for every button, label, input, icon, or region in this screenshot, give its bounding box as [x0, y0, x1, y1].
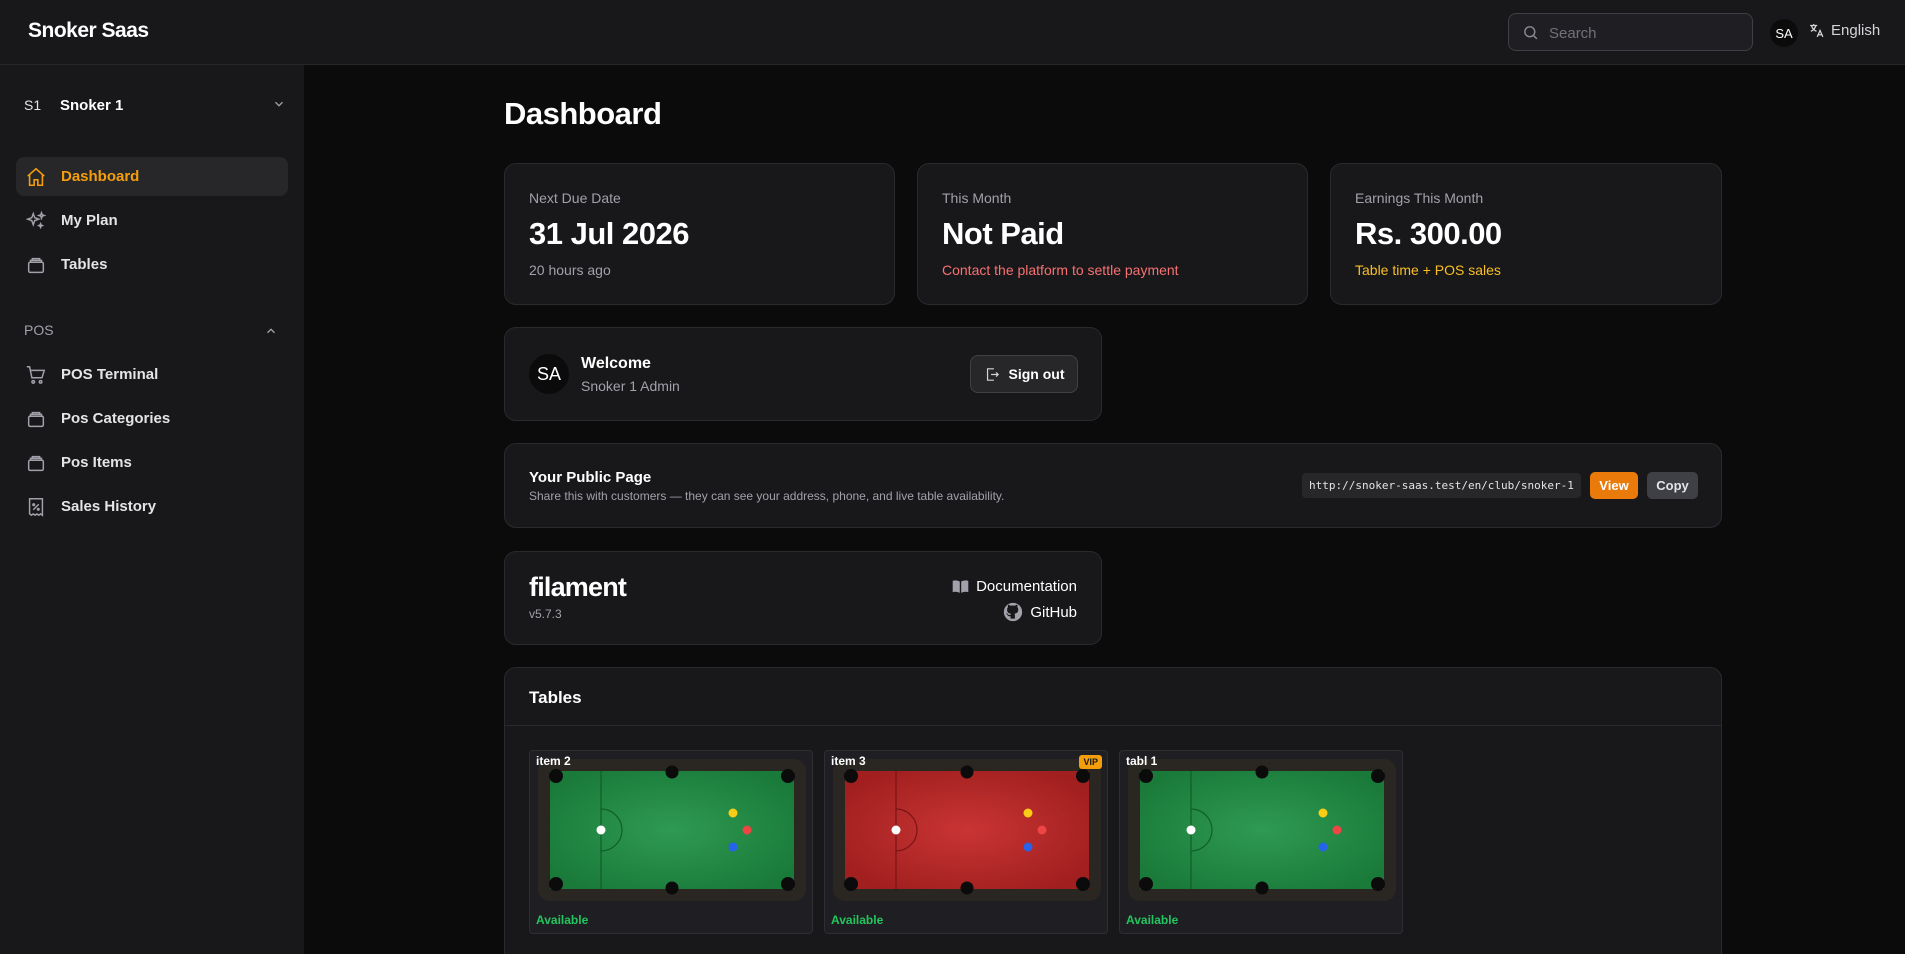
sidebar-item-dashboard[interactable]: Dashboard — [16, 157, 288, 196]
stat-description: Table time + POS sales — [1355, 262, 1501, 278]
github-icon — [1004, 602, 1023, 622]
sidebar-item-label: Pos Categories — [61, 410, 171, 427]
language-label: English — [1831, 22, 1881, 39]
page-title: Dashboard — [504, 96, 662, 131]
copy-button[interactable]: Copy — [1647, 472, 1698, 499]
table-status: Available — [536, 913, 589, 927]
tenant-switcher[interactable]: S1 Snoker 1 — [16, 85, 296, 125]
search-input[interactable] — [1549, 22, 1744, 44]
table-name: item 3 — [831, 754, 866, 768]
stat-value: Not Paid — [942, 216, 1064, 251]
documentation-link[interactable]: Documentation — [952, 578, 1077, 595]
stat-value: 31 Jul 2026 — [529, 216, 689, 251]
sidebar-item-pos-items[interactable]: Pos Items — [16, 443, 288, 482]
sidebar-item-my-plan[interactable]: My Plan — [16, 201, 288, 240]
sparkles-icon — [25, 210, 47, 229]
search-icon — [1524, 26, 1538, 40]
table-card-item-2[interactable]: item 2 Available — [529, 750, 813, 934]
vip-badge: VIP — [1079, 755, 1102, 769]
language-switcher[interactable]: English — [1808, 22, 1880, 39]
chevron-down-icon — [275, 101, 283, 107]
stat-card-this-month: This Month Not Paid Contact the platform… — [917, 163, 1308, 305]
sidebar-item-label: Sales History — [61, 498, 157, 515]
welcome-subtitle: Snoker 1 Admin — [581, 378, 680, 394]
tenant-initials: S1 — [24, 97, 42, 113]
chevron-up-icon[interactable] — [264, 324, 278, 338]
tenant-name: Snoker 1 — [60, 96, 124, 114]
cart-icon — [26, 365, 46, 384]
sidebar: S1 Snoker 1 Dashboard My Plan Tables POS… — [0, 65, 304, 954]
topbar: Snoker Saas SA English — [0, 0, 1905, 65]
sidebar-item-label: Pos Items — [61, 454, 132, 471]
sidebar-item-label: Tables — [61, 256, 108, 273]
home-icon — [27, 167, 45, 186]
logout-icon — [986, 367, 999, 381]
sign-out-label: Sign out — [1008, 366, 1065, 382]
stat-card-earnings: Earnings This Month Rs. 300.00 Table tim… — [1330, 163, 1722, 305]
sidebar-item-label: My Plan — [61, 212, 118, 229]
filament-version: v5.7.3 — [529, 607, 562, 621]
stat-label: Next Due Date — [529, 190, 621, 206]
nav-group-pos-label[interactable]: POS — [24, 322, 54, 338]
public-page-subtitle: Share this with customers — they can see… — [529, 489, 1005, 503]
stat-description: Contact the platform to settle payment — [942, 262, 1179, 278]
table-status: Available — [1126, 913, 1179, 927]
sign-out-button[interactable]: Sign out — [970, 355, 1078, 393]
github-label: GitHub — [1030, 603, 1077, 621]
sidebar-item-pos-categories[interactable]: Pos Categories — [16, 399, 288, 438]
snooker-table-icon — [538, 759, 806, 901]
table-name: item 2 — [536, 754, 571, 768]
filament-info-widget: filament v5.7.3 Documentation GitHub — [504, 551, 1102, 645]
sidebar-item-sales-history[interactable]: Sales History — [16, 487, 288, 526]
stack-icon — [27, 257, 45, 273]
sidebar-item-tables[interactable]: Tables — [16, 245, 288, 284]
stat-description: 20 hours ago — [529, 262, 611, 278]
stack-icon — [27, 411, 45, 427]
brand-logo[interactable]: Snoker Saas — [28, 19, 149, 43]
sidebar-item-pos-terminal[interactable]: POS Terminal — [16, 355, 288, 394]
sidebar-item-label: POS Terminal — [61, 366, 159, 383]
sidebar-item-label: Dashboard — [61, 168, 140, 185]
tables-heading: Tables — [529, 688, 582, 707]
book-icon — [952, 580, 969, 593]
welcome-widget: SA Welcome Snoker 1 Admin Sign out — [504, 327, 1102, 421]
stack-icon — [27, 455, 45, 471]
translate-icon — [1810, 24, 1824, 38]
stat-value: Rs. 300.00 — [1355, 216, 1502, 251]
filament-logo: filament — [529, 572, 627, 602]
stat-label: This Month — [942, 190, 1012, 206]
welcome-title: Welcome — [581, 355, 651, 372]
public-page-widget: Your Public Page Share this with custome… — [504, 443, 1722, 528]
user-avatar[interactable]: SA — [1770, 19, 1798, 47]
divider — [505, 725, 1722, 726]
global-search[interactable] — [1508, 13, 1753, 51]
stat-card-next-due: Next Due Date 31 Jul 2026 20 hours ago — [504, 163, 895, 305]
receipt-percent-icon — [28, 497, 44, 517]
public-page-title: Your Public Page — [529, 469, 652, 486]
table-name: tabl 1 — [1126, 754, 1158, 768]
documentation-label: Documentation — [976, 578, 1077, 595]
snooker-table-icon — [833, 759, 1101, 901]
table-card-tabl-1[interactable]: tabl 1 Available — [1119, 750, 1403, 934]
public-page-url[interactable]: http://snoker-saas.test/en/club/snoker-1 — [1302, 473, 1581, 498]
tables-widget: Tables item 2 Available item 3 VIP Avail… — [504, 667, 1722, 954]
table-status: Available — [831, 913, 884, 927]
snooker-table-icon — [1128, 759, 1396, 901]
view-button[interactable]: View — [1590, 472, 1638, 499]
table-card-item-3[interactable]: item 3 VIP Available — [824, 750, 1108, 934]
github-link[interactable]: GitHub — [1003, 602, 1077, 622]
stat-label: Earnings This Month — [1355, 190, 1484, 206]
avatar: SA — [529, 354, 569, 394]
